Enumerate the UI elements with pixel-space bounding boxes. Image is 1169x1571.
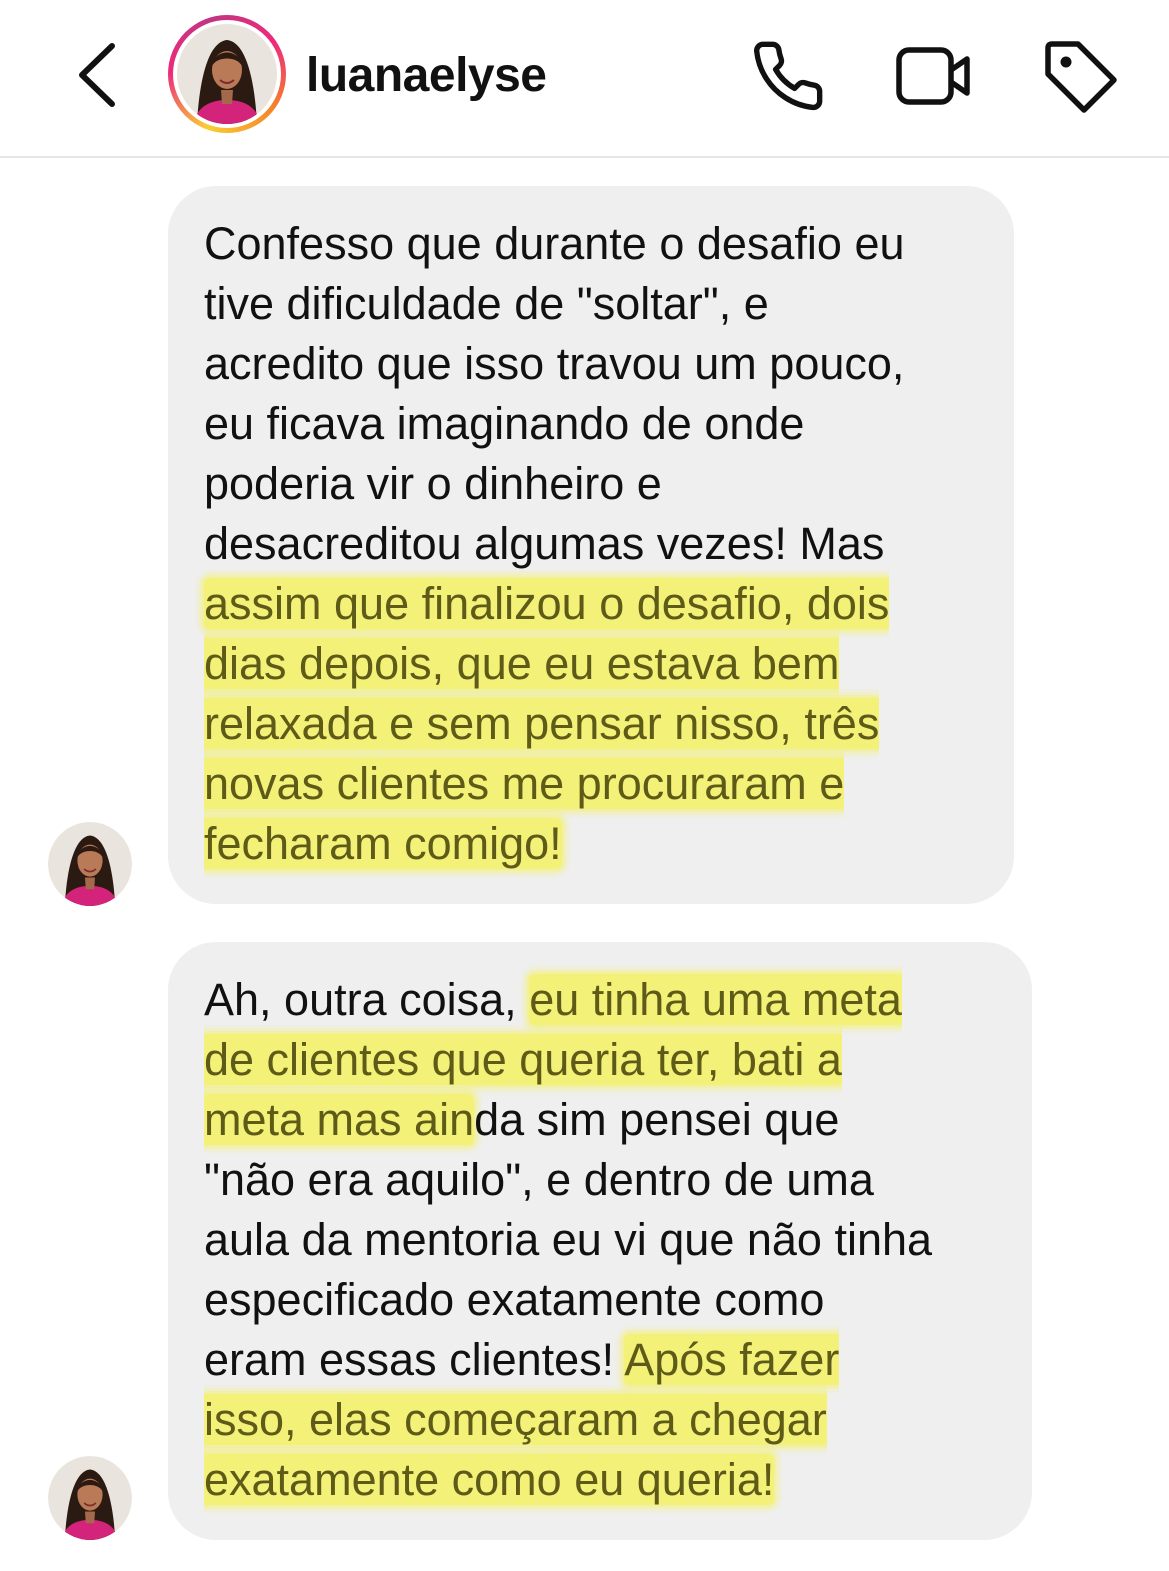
message-text: Confesso que durante o desafio eu tive d… — [204, 186, 984, 874]
video-camera-icon — [896, 47, 970, 105]
chevron-left-icon — [79, 43, 115, 107]
message-segment: Ah, outra coisa, — [204, 974, 530, 1025]
avatar-photo — [48, 1456, 132, 1540]
avatar-photo — [177, 24, 277, 124]
phone-icon — [754, 41, 823, 111]
sender-avatar[interactable] — [48, 822, 132, 906]
tag-button[interactable] — [1040, 36, 1120, 116]
message-bubble[interactable]: Confesso que durante o desafio eu tive d… — [168, 186, 1014, 904]
avatar-photo — [48, 822, 132, 906]
tag-icon — [1045, 41, 1117, 113]
message-bubble[interactable]: Ah, outra coisa, eu tinha uma meta de cl… — [168, 942, 1032, 1540]
message-segment: Confesso que durante o desafio eu tive d… — [204, 218, 905, 569]
message-text: Ah, outra coisa, eu tinha uma meta de cl… — [204, 942, 1002, 1510]
back-button[interactable] — [66, 40, 126, 110]
video-call-button[interactable] — [894, 36, 974, 116]
call-button[interactable] — [748, 36, 828, 116]
highlighted-segment: assim que finalizou o desafio, dois dias… — [204, 578, 890, 869]
sender-avatar[interactable] — [48, 1456, 132, 1540]
username[interactable]: luanaelyse — [306, 46, 547, 106]
profile-avatar[interactable] — [168, 15, 286, 133]
chat-header: luanaelyse — [0, 0, 1169, 158]
